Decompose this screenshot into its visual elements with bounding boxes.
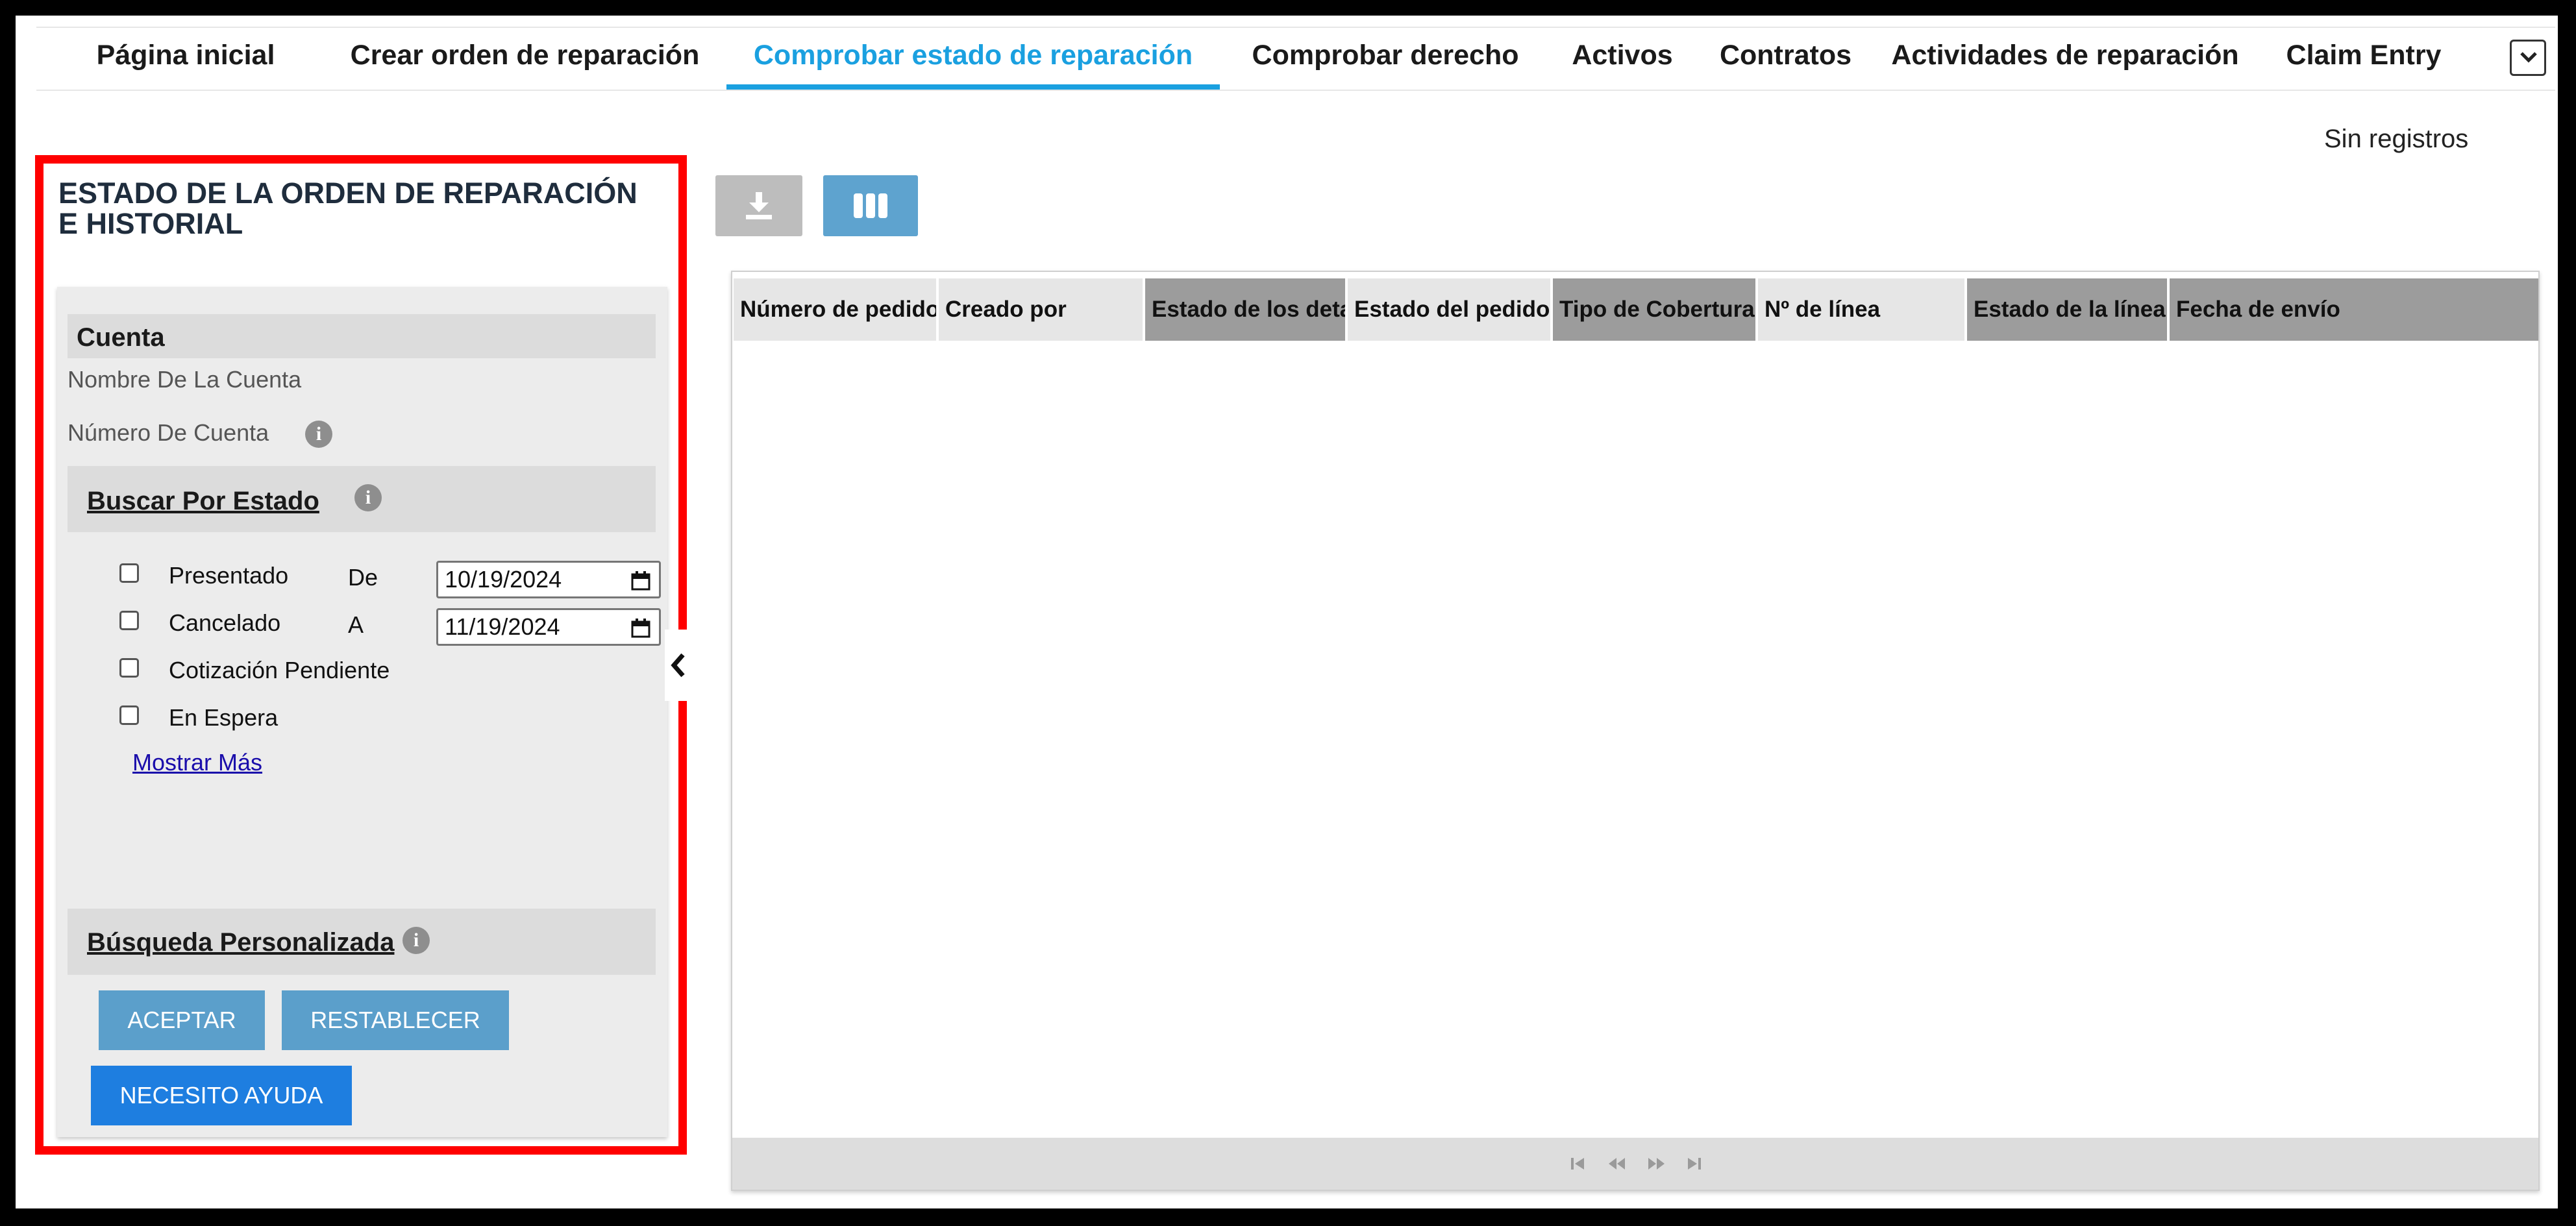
column-label: Fecha de envío [2176, 297, 2340, 322]
tab-claim-entry[interactable]: Claim Entry [2270, 40, 2458, 90]
column-label: Estado de los detal [1152, 297, 1345, 322]
app-window: Página inicial Crear orden de reparación… [16, 16, 2558, 1208]
download-icon [746, 192, 772, 219]
column-label: Estado de la línea [1974, 297, 2166, 322]
columns-button[interactable] [823, 175, 918, 236]
column-label: Creado por [945, 297, 1067, 322]
column-header-creado-por[interactable]: Creado por [939, 278, 1143, 341]
column-header-estado-linea[interactable]: Estado de la línea [1967, 278, 2167, 341]
tab-actividades-reparacion[interactable]: Actividades de reparación [1882, 40, 2248, 90]
column-header-estado-pedido[interactable]: Estado del pedido [1348, 278, 1550, 341]
top-navigation: Página inicial Crear orden de reparación… [36, 27, 2555, 91]
column-label: Número de pedido [740, 297, 936, 322]
column-header-numero-pedido[interactable]: Número de pedido↓ [734, 278, 936, 341]
column-header-numero-linea[interactable]: Nº de línea [1758, 278, 1964, 341]
collapse-panel-button[interactable] [665, 630, 697, 701]
next-page-icon[interactable] [1648, 1156, 1666, 1171]
results-grid: Número de pedido↓ Creado por Estado de l… [731, 271, 2540, 1191]
column-label: Nº de línea [1765, 297, 1881, 322]
nav-more-button[interactable] [2510, 40, 2546, 76]
chevron-down-icon [2520, 52, 2537, 63]
tab-activos[interactable]: Activos [1561, 40, 1684, 90]
last-page-icon[interactable] [1687, 1156, 1702, 1171]
chevron-left-icon [671, 653, 685, 678]
column-header-fecha-envio[interactable]: Fecha de envío [2170, 278, 2538, 341]
column-header-tipo-cobertura[interactable]: Tipo de Cobertura [1553, 278, 1755, 341]
columns-icon [854, 193, 887, 218]
column-label: Estado del pedido [1354, 297, 1550, 322]
tab-comprobar-derecho[interactable]: Comprobar derecho [1243, 40, 1528, 90]
previous-page-icon[interactable] [1607, 1156, 1626, 1171]
grid-pager [732, 1138, 2538, 1190]
column-header-estado-detalles[interactable]: Estado de los detal [1145, 278, 1345, 341]
records-count: Sin registros [2324, 125, 2469, 153]
tab-comprobar-estado[interactable]: Comprobar estado de reparación [726, 40, 1220, 90]
tab-contratos[interactable]: Contratos [1713, 40, 1859, 90]
download-button[interactable] [715, 175, 802, 236]
tab-pagina-inicial[interactable]: Página inicial [88, 40, 283, 90]
highlight-box [35, 155, 687, 1155]
first-page-icon[interactable] [1570, 1156, 1585, 1171]
tab-crear-orden[interactable]: Crear orden de reparación [341, 40, 708, 90]
column-label: Tipo de Cobertura [1559, 297, 1755, 322]
